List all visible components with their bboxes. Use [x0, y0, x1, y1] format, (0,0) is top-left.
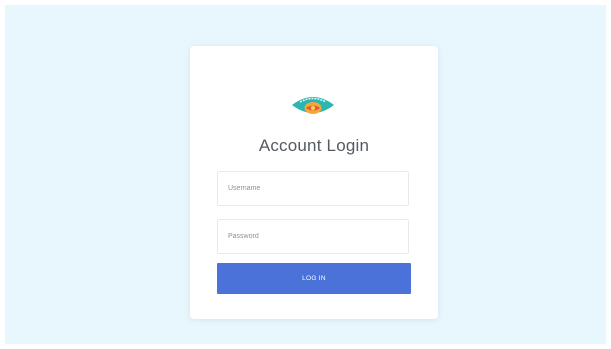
page-title: Account Login [258, 136, 370, 155]
login-button[interactable]: LOG IN [217, 263, 411, 294]
login-card: Account Login LOG IN [190, 46, 438, 319]
password-input[interactable] [218, 220, 408, 253]
username-field-wrapper [217, 171, 409, 206]
brand-logo-icon [292, 97, 334, 114]
password-field-wrapper [217, 219, 409, 254]
username-input[interactable] [218, 172, 408, 205]
